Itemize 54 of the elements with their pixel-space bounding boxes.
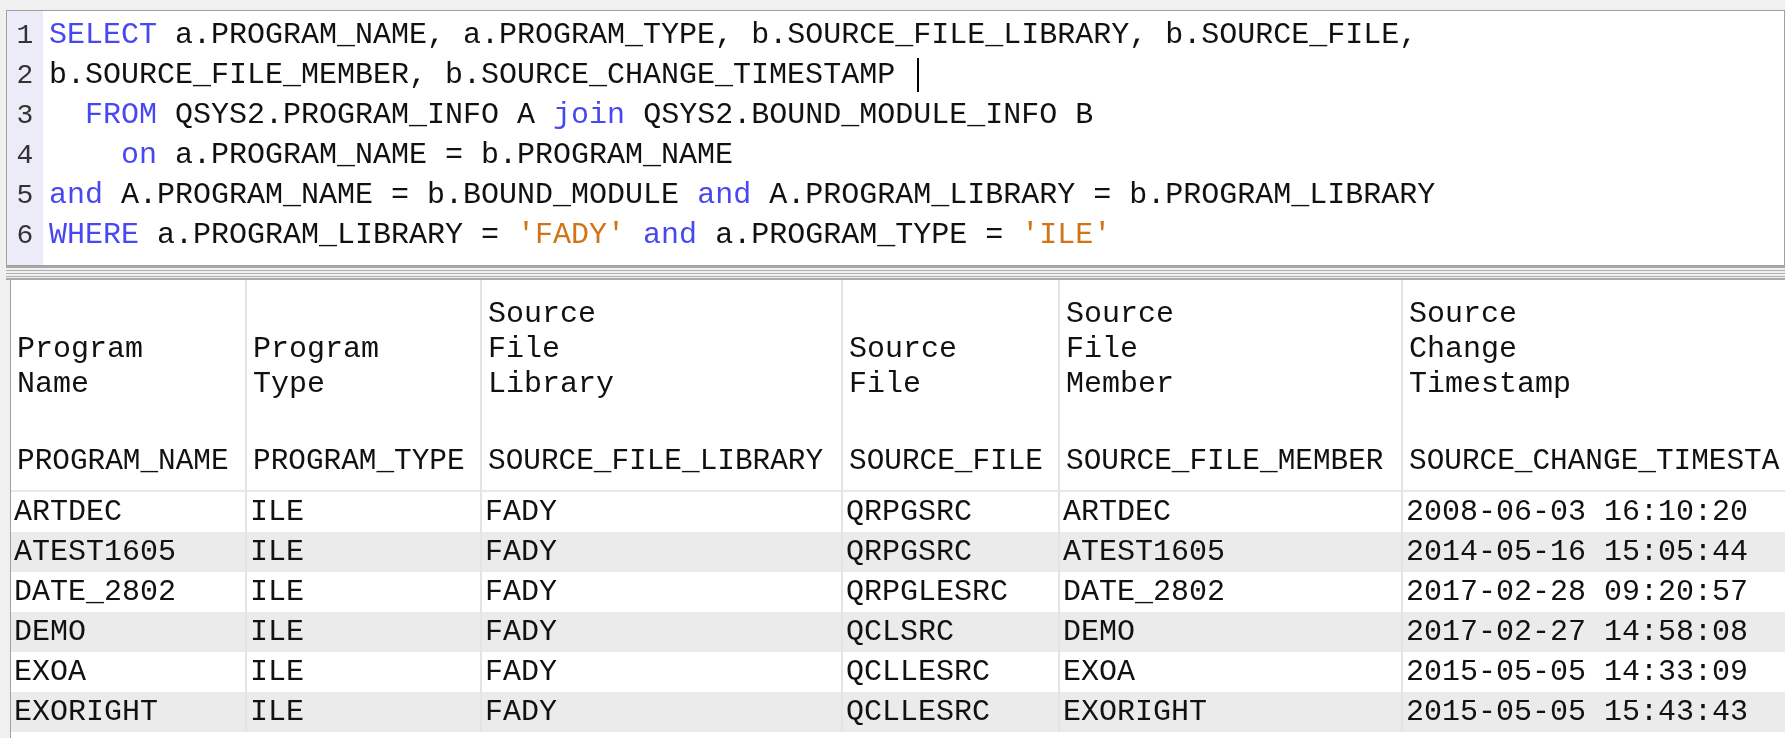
table-cell: DEMO: [11, 612, 247, 652]
header-label: Member: [1066, 367, 1176, 402]
header-field-name: SOURCE_FILE_LIBRARY: [488, 444, 825, 480]
table-cell: 2015-05-05 15:43:43: [1403, 692, 1785, 732]
table-cell: 2014-05-16 15:05:44: [1403, 532, 1785, 572]
header-label: Change: [1409, 332, 1519, 367]
line-number: 3: [15, 99, 35, 131]
line-number: 2: [15, 59, 35, 91]
header-field-name: PROGRAM_NAME: [17, 444, 230, 480]
table-cell: 2017-02-27 14:58:08: [1403, 612, 1785, 652]
code-line: FROM QSYS2.PROGRAM_INFO A join QSYS2.BOUND_MODULE_INFO B: [84, 98, 1094, 132]
table-cell: ILE: [247, 612, 482, 652]
table-cell: ATEST1605: [1060, 532, 1403, 572]
header-field-name: SOURCE_FILE_MEMBER: [1066, 444, 1385, 480]
line-number: 4: [15, 139, 35, 171]
table-cell: EXORIGHT: [1060, 692, 1403, 732]
sql-editor[interactable]: [6, 10, 1785, 266]
header-field-name: SOURCE_CHANGE_TIMESTA: [1409, 444, 1780, 480]
header-label: Source: [849, 332, 959, 367]
table-cell: EXORIGHT: [11, 692, 247, 732]
header-label: Program: [17, 332, 145, 367]
table-cell: ARTDEC: [1060, 492, 1403, 532]
line-number: 6: [15, 219, 35, 251]
header-label: Type: [253, 367, 326, 402]
table-cell: ILE: [247, 532, 482, 572]
table-cell: ATEST1605: [11, 532, 247, 572]
header-label: File: [1066, 332, 1139, 367]
header-label: Program: [253, 332, 381, 367]
header-label: Name: [17, 367, 90, 402]
table-cell: DEMO: [1060, 612, 1403, 652]
table-cell: ARTDEC: [11, 492, 247, 532]
line-number: 1: [15, 19, 35, 51]
table-cell: QCLLESRC: [843, 692, 1060, 732]
line-number: 5: [15, 179, 35, 211]
header-label: Source: [1066, 297, 1176, 332]
header-label: File: [488, 332, 561, 367]
header-field-name: SOURCE_FILE: [849, 444, 1044, 480]
code-line: SELECT a.PROGRAM_NAME, a.PROGRAM_TYPE, b.SOURCE_FILE_LIBRARY, b.SOURCE_FILE,: [49, 18, 1418, 52]
table-cell: QRPGSRC: [843, 532, 1060, 572]
header-label: Source: [1409, 297, 1519, 332]
table-cell: FADY: [482, 612, 843, 652]
header-label: Library: [488, 367, 616, 402]
header-field-name: PROGRAM_TYPE: [253, 444, 466, 480]
code-line: and A.PROGRAM_NAME = b.BOUND_MODULE and A.PROGRAM_LIBRARY = b.PROGRAM_LIBRARY: [49, 178, 1436, 212]
code-line: b.SOURCE_FILE_MEMBER, b.SOURCE_CHANGE_TIMESTAMP: [49, 58, 897, 92]
table-cell: QCLSRC: [843, 612, 1060, 652]
code-line: on a.PROGRAM_NAME = b.PROGRAM_NAME: [120, 138, 734, 172]
header-label: Timestamp: [1409, 367, 1573, 402]
table-cell: FADY: [482, 692, 843, 732]
header-label: Source: [488, 297, 598, 332]
header-label: File: [849, 367, 922, 402]
code-line: WHERE a.PROGRAM_LIBRARY = 'FADY' and a.PROGRAM_TYPE = 'ILE': [49, 218, 1112, 252]
table-cell: ILE: [247, 692, 482, 732]
table-cell: FADY: [482, 532, 843, 572]
